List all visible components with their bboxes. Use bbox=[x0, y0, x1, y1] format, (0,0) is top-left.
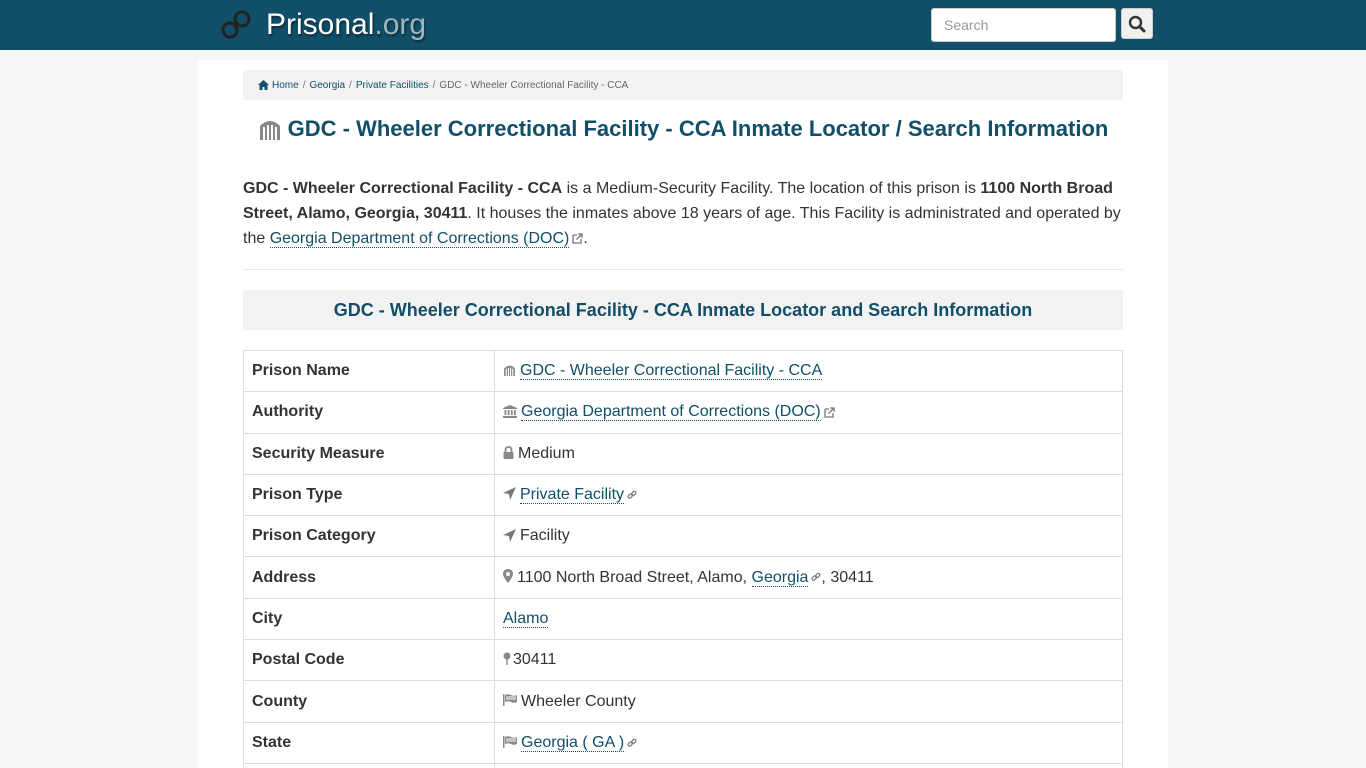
facility-info-table: Prison Name GDC - Wheeler Correctional F… bbox=[243, 349, 1123, 768]
postal-code-value: 30411 bbox=[513, 651, 557, 669]
flag-icon bbox=[503, 735, 517, 748]
breadcrumb: Home / Georgia / Private Facilities / GD… bbox=[243, 70, 1123, 100]
section-heading: GDC - Wheeler Correctional Facility - CC… bbox=[243, 290, 1123, 330]
security-value: Medium bbox=[518, 444, 575, 462]
address-zip: , 30411 bbox=[821, 568, 874, 586]
row-value: 30411 bbox=[494, 639, 1123, 682]
breadcrumb-state-link[interactable]: Georgia bbox=[309, 80, 345, 91]
address-state-link[interactable]: Georgia bbox=[751, 568, 809, 587]
city-link[interactable]: Alamo bbox=[503, 609, 549, 628]
row-value: Alamo bbox=[494, 597, 1123, 641]
state-link[interactable]: Georgia ( GA ) bbox=[521, 733, 625, 752]
table-row: County Wheeler County bbox=[243, 680, 1123, 723]
external-link-icon bbox=[572, 233, 583, 244]
table-row: Authority Georgia Department of Correcti… bbox=[243, 391, 1123, 434]
row-value: GDC - Wheeler Correctional Facility - CC… bbox=[494, 349, 1123, 393]
bank-icon bbox=[503, 404, 517, 418]
county-value: Wheeler County bbox=[521, 692, 636, 710]
site-logo-text: Prisonal.org bbox=[266, 8, 427, 41]
site-logo[interactable]: Prisonal.org bbox=[220, 6, 426, 44]
breadcrumb-separator: / bbox=[302, 79, 306, 91]
search-input[interactable] bbox=[931, 8, 1116, 42]
row-label: Address bbox=[243, 556, 495, 599]
table-row bbox=[243, 762, 1123, 768]
prison-logo-icon bbox=[221, 10, 251, 39]
intro-paragraph: GDC - Wheeler Correctional Facility - CC… bbox=[243, 176, 1123, 251]
row-value: Wheeler County bbox=[494, 680, 1123, 723]
search-button[interactable] bbox=[1121, 8, 1153, 39]
row-value bbox=[494, 762, 1123, 768]
intro-text: is a Medium-Security Facility. The locat… bbox=[562, 180, 981, 197]
breadcrumb-separator: / bbox=[432, 79, 436, 91]
row-label: Prison Category bbox=[243, 515, 495, 558]
map-marker-icon bbox=[503, 569, 513, 584]
table-row: State Georgia ( GA ) bbox=[243, 721, 1123, 764]
prison-name-link[interactable]: GDC - Wheeler Correctional Facility - CC… bbox=[520, 362, 823, 381]
breadcrumb-current: GDC - Wheeler Correctional Facility - CC… bbox=[439, 79, 629, 91]
row-label: County bbox=[243, 680, 495, 723]
link-icon bbox=[627, 738, 637, 748]
home-icon bbox=[258, 80, 269, 90]
prison-building-icon bbox=[503, 364, 516, 376]
row-value: Facility bbox=[494, 515, 1123, 558]
row-label: State bbox=[243, 721, 495, 764]
row-label: Prison Name bbox=[243, 349, 495, 393]
row-value: Private Facility bbox=[494, 473, 1123, 517]
page-title-text: GDC - Wheeler Correctional Facility - CC… bbox=[287, 116, 1109, 141]
table-row: Prison Name GDC - Wheeler Correctional F… bbox=[243, 349, 1123, 393]
location-arrow-icon bbox=[503, 528, 516, 542]
table-row: Prison Type Private Facility bbox=[243, 473, 1123, 517]
lock-icon bbox=[503, 446, 514, 459]
intro-facility-name: GDC - Wheeler Correctional Facility - CC… bbox=[243, 180, 563, 197]
flag-icon bbox=[503, 694, 517, 707]
search-icon bbox=[1128, 15, 1146, 32]
breadcrumb-category-link[interactable]: Private Facilities bbox=[356, 80, 429, 91]
external-link-icon bbox=[824, 407, 835, 418]
page-title: GDC - Wheeler Correctional Facility - CC… bbox=[243, 116, 1123, 142]
breadcrumb-home-link[interactable]: Home bbox=[272, 80, 299, 91]
table-row: Security Measure Medium bbox=[243, 432, 1123, 475]
row-label: Prison Type bbox=[243, 473, 495, 517]
map-pin-icon bbox=[503, 652, 511, 666]
row-value: Medium bbox=[494, 432, 1123, 475]
table-row: Prison Category Facility bbox=[243, 515, 1123, 558]
divider bbox=[243, 269, 1123, 270]
row-label: Security Measure bbox=[243, 432, 495, 475]
row-label: Authority bbox=[243, 391, 495, 434]
table-row: Postal Code 30411 bbox=[243, 639, 1123, 682]
address-street: 1100 North Broad Street, Alamo, bbox=[517, 568, 752, 586]
main-content: Home / Georgia / Private Facilities / GD… bbox=[198, 60, 1168, 768]
prison-category-value: Facility bbox=[520, 527, 570, 545]
authority-table-link[interactable]: Georgia Department of Corrections (DOC) bbox=[521, 403, 821, 422]
table-row: Address 1100 North Broad Street, Alamo, … bbox=[243, 556, 1123, 599]
intro-text: . bbox=[583, 230, 588, 247]
top-navbar: Prisonal.org bbox=[0, 0, 1366, 50]
link-icon bbox=[627, 490, 637, 500]
prison-building-icon bbox=[258, 118, 282, 140]
row-label: City bbox=[243, 597, 495, 641]
row-label: Postal Code bbox=[243, 639, 495, 682]
location-arrow-icon bbox=[503, 487, 516, 501]
link-icon bbox=[811, 572, 821, 582]
authority-link[interactable]: Georgia Department of Corrections (DOC) bbox=[269, 230, 570, 248]
row-value: 1100 North Broad Street, Alamo, Georgia,… bbox=[494, 556, 1123, 599]
breadcrumb-separator: / bbox=[349, 79, 352, 91]
row-label bbox=[243, 762, 495, 768]
row-value: Georgia ( GA ) bbox=[494, 721, 1123, 764]
prison-type-link[interactable]: Private Facility bbox=[520, 486, 625, 505]
table-row: City Alamo bbox=[243, 597, 1123, 641]
row-value: Georgia Department of Corrections (DOC) bbox=[494, 391, 1123, 434]
